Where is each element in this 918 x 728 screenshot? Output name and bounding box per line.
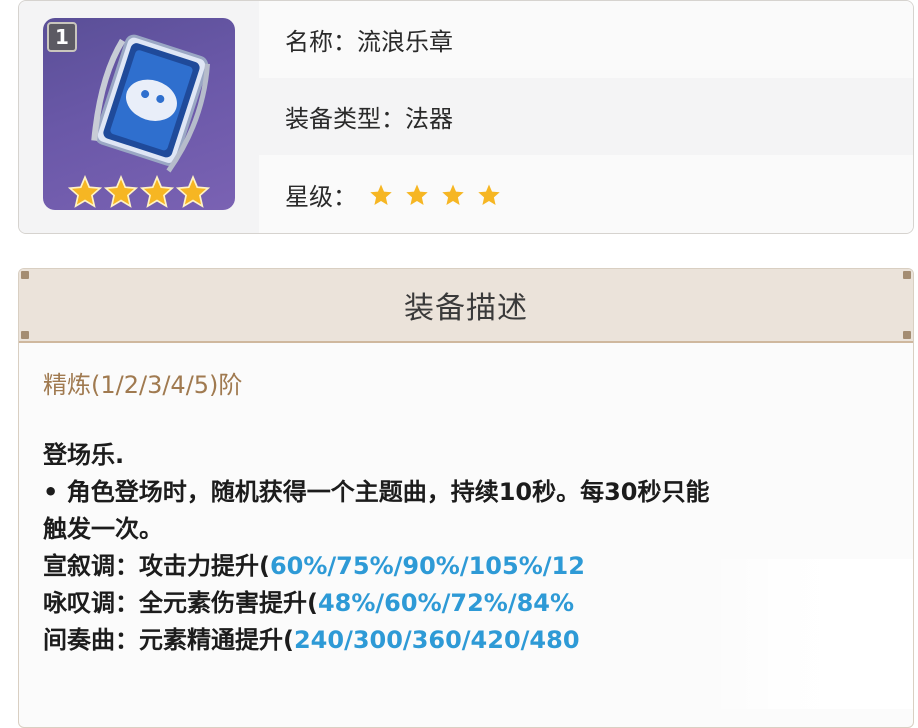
name-value: 流浪乐章: [357, 28, 453, 56]
effect-label: 咏叹调：全元素伤害提升(: [43, 589, 318, 617]
description-panel: 装备描述 精炼(1/2/3/4/5)阶 登场乐. • 角色登场时，随机获得一个主…: [18, 268, 914, 728]
corner-ornament: [903, 271, 911, 279]
effect-values: 240/300/360/420/480: [293, 626, 580, 654]
effect-aria: 咏叹调：全元素伤害提升(48%/60%/72%/84%: [43, 585, 883, 622]
effect-values: 48%/60%/72%/84%: [317, 589, 575, 617]
type-row: 装备类型： 法器: [259, 78, 913, 156]
star-icon: [140, 175, 174, 208]
type-label: 装备类型：: [285, 105, 405, 133]
icon-star-rating: [43, 174, 235, 210]
passive-line-1: • 角色登场时，随机获得一个主题曲，持续10秒。每30秒只能: [43, 478, 710, 506]
description-header: 装备描述: [19, 269, 913, 343]
name-label: 名称：: [285, 28, 357, 56]
passive-title: 登场乐.: [43, 441, 125, 469]
star-icon: [104, 175, 138, 208]
type-value: 法器: [405, 105, 453, 133]
effect-label: 间奏曲：元素精通提升(: [43, 626, 294, 654]
refine-text: 精炼(1/2/3/4/5)阶: [43, 371, 243, 399]
star-label: 星级：: [285, 183, 357, 211]
weapon-icon: 1: [43, 18, 235, 210]
effect-recitative: 宣叙调：攻击力提升(60%/75%/90%/105%/12: [43, 548, 883, 585]
weapon-info-card: 1 名称： 流浪乐章 装备类型： 法器 星级：: [18, 0, 914, 234]
corner-ornament: [903, 331, 911, 339]
star-icon: [68, 175, 102, 208]
weapon-icon-cell: 1: [19, 1, 260, 233]
star-rating: [369, 183, 501, 207]
name-row: 名称： 流浪乐章: [259, 1, 913, 79]
passive-line-2: 触发一次。: [43, 515, 163, 543]
star-icon: [442, 184, 464, 205]
effect-interlude: 间奏曲：元素精通提升(240/300/360/420/480: [43, 622, 883, 659]
description-body: 登场乐. • 角色登场时，随机获得一个主题曲，持续10秒。每30秒只能 触发一次…: [43, 437, 883, 659]
star-icon: [406, 184, 428, 205]
weapon-catalyst-icon: [91, 34, 210, 173]
star-icon: [370, 184, 392, 205]
star-icon: [478, 184, 500, 205]
corner-ornament: [21, 331, 29, 339]
star-icon: [176, 175, 210, 208]
description-title: 装备描述: [404, 291, 528, 326]
effect-values: 60%/75%/90%/105%/12: [269, 552, 585, 580]
effect-label: 宣叙调：攻击力提升(: [43, 552, 270, 580]
star-row: 星级：: [259, 155, 913, 233]
corner-ornament: [21, 271, 29, 279]
